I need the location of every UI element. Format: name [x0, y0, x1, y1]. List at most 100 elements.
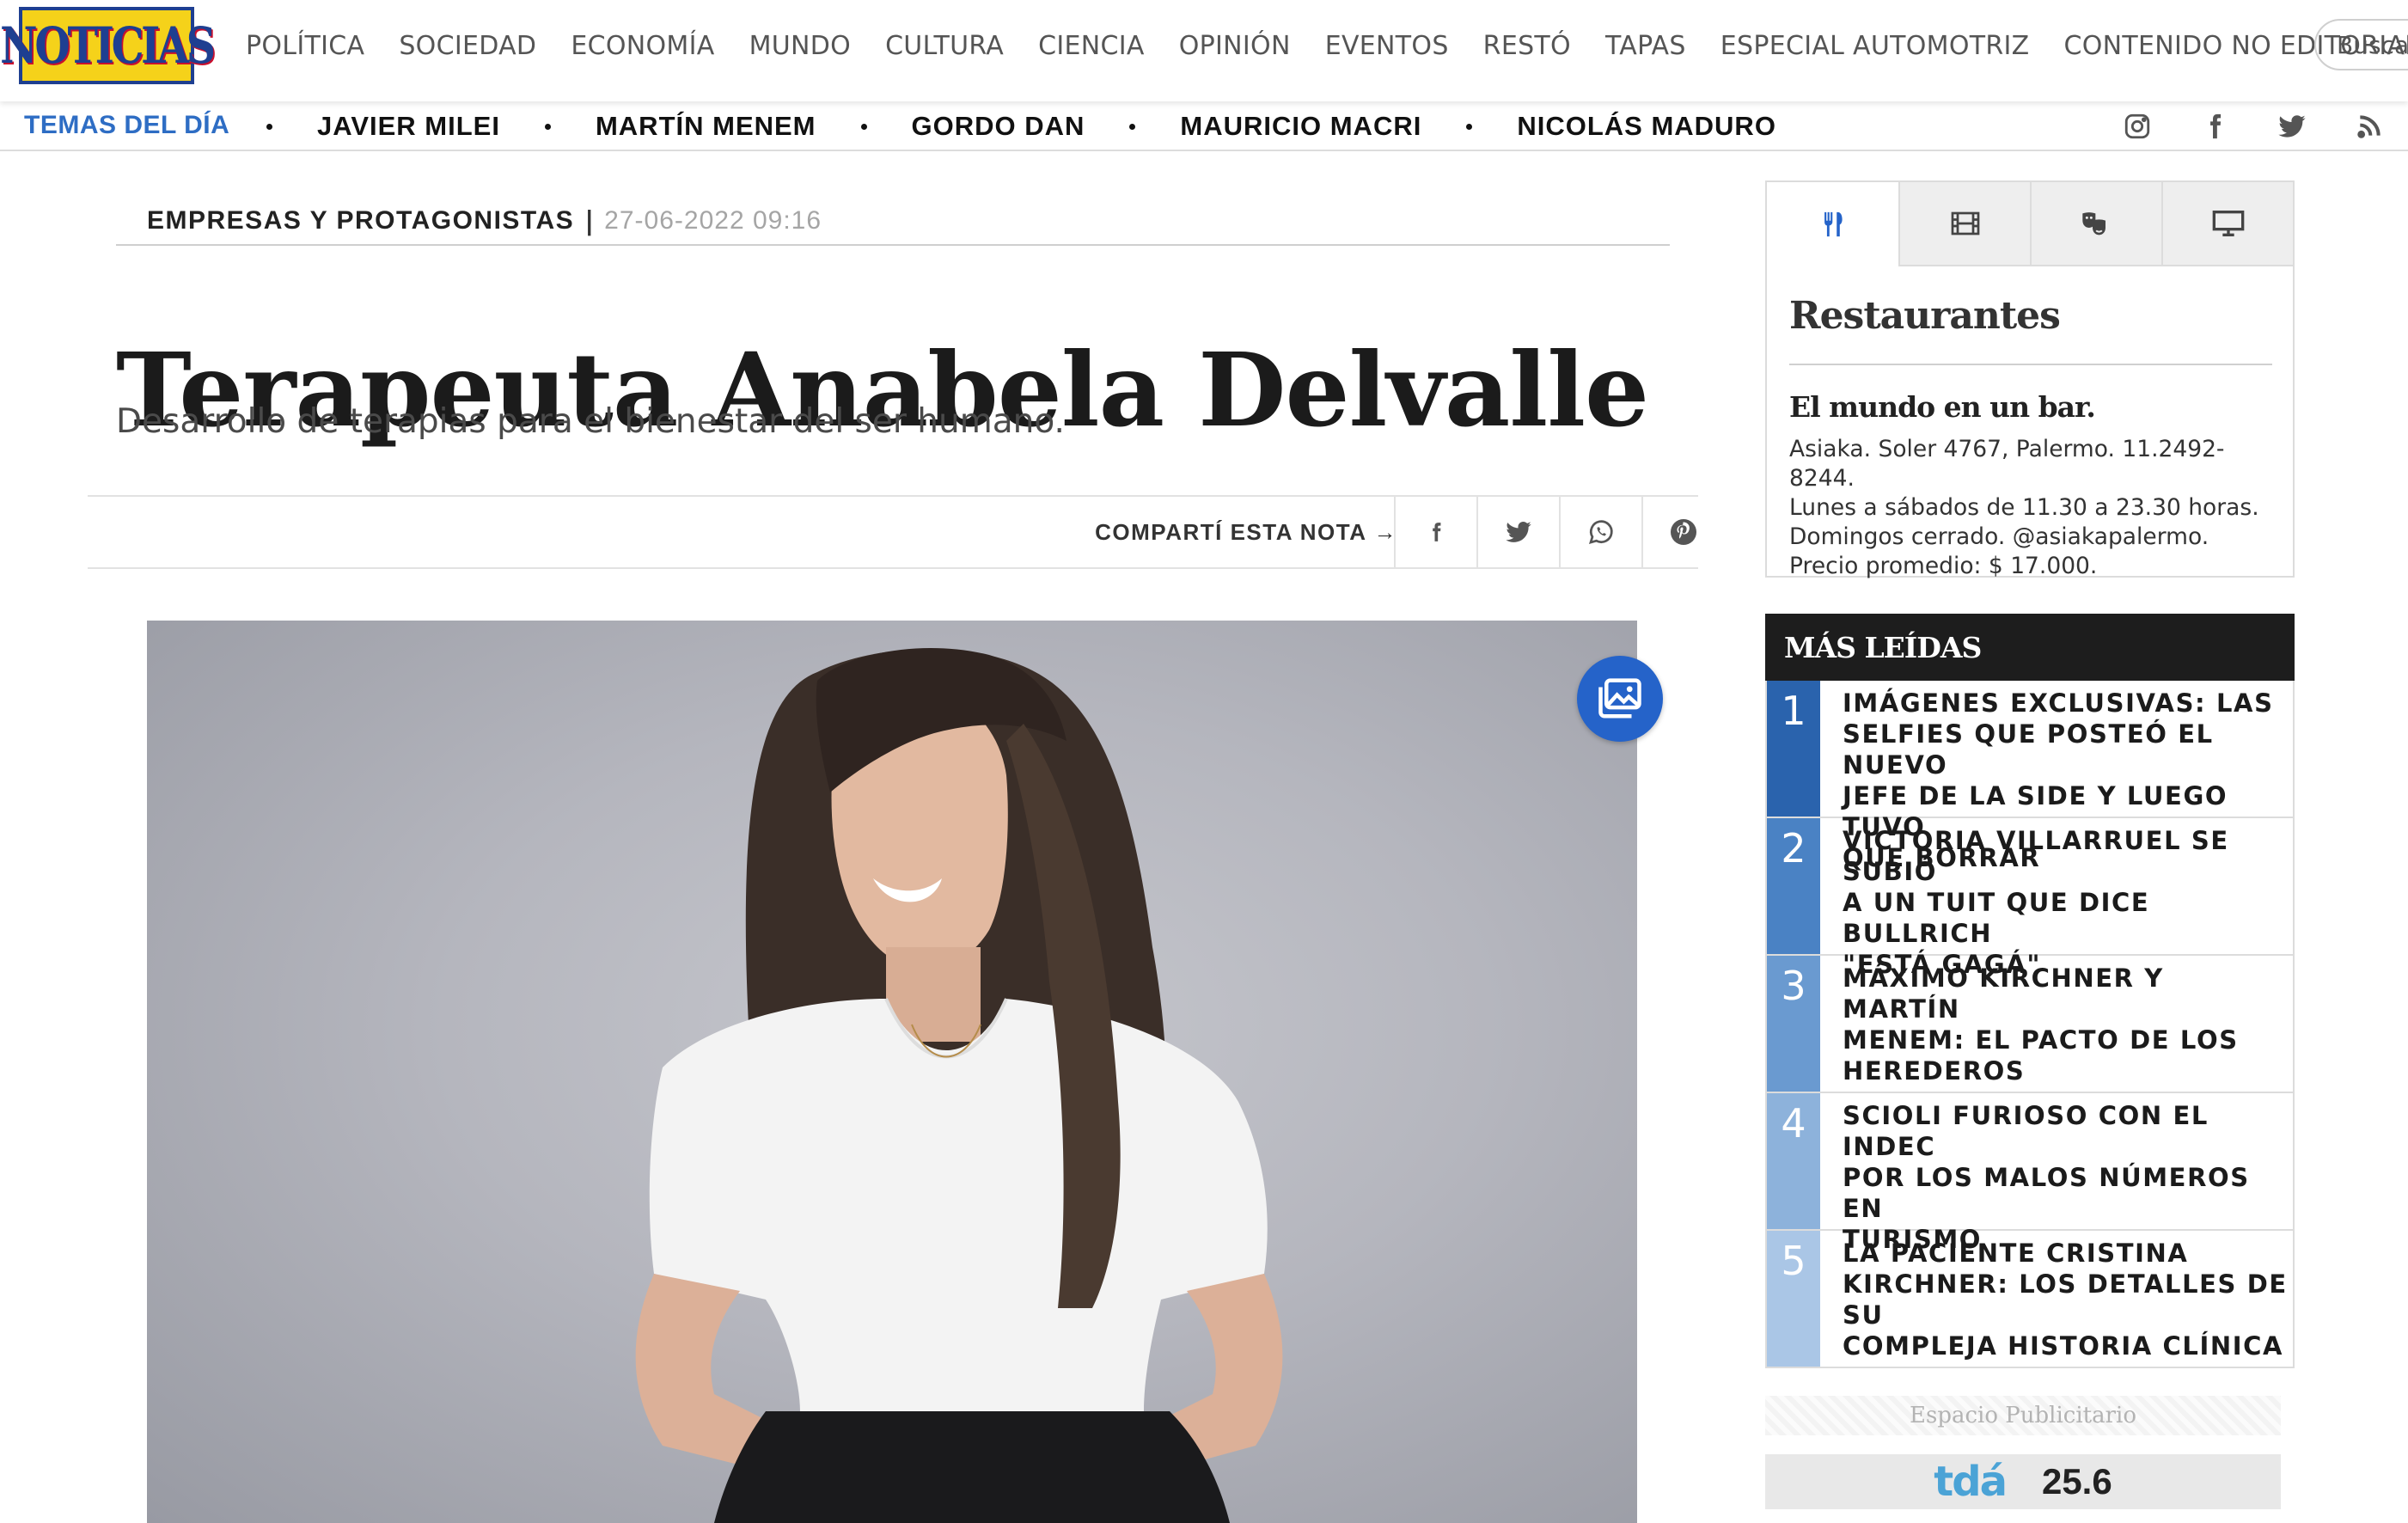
theater-masks-icon: [2081, 212, 2105, 235]
share-label-text: COMPARTÍ ESTA NOTA: [1095, 518, 1367, 545]
whatsapp-icon: [1588, 520, 1613, 544]
guide-widget: Restaurantes El mundo en un bar. Asiaka.…: [1765, 180, 2295, 579]
nav-item-opinion[interactable]: OPINIÓN: [1179, 31, 1291, 61]
social-links: [2099, 101, 2408, 151]
pinterest-icon: [1671, 519, 1696, 545]
widget-line: Domingos cerrado. @asiakapalermo.: [1789, 523, 2209, 550]
headline-line: SELFIES QUE POSTEÓ EL NUEVO: [1843, 719, 2214, 780]
rss-icon[interactable]: [2331, 101, 2408, 151]
headline-line: SCIOLI FURIOSO CON EL INDEC: [1843, 1101, 2209, 1161]
ad-space-label: Espacio Publicitario: [1765, 1396, 2281, 1435]
share-twitter-button[interactable]: [1476, 497, 1559, 567]
trending-topic[interactable]: MARTÍN MENEM: [544, 111, 816, 142]
ad-banner[interactable]: tdá 25.6: [1765, 1454, 2281, 1509]
widget-tabs: [1767, 182, 2293, 266]
most-read-headline: LA PACIENTE CRISTINA KIRCHNER: LOS DETAL…: [1843, 1238, 2289, 1361]
headline-line: MENEM: EL PACTO DE LOS: [1843, 1025, 2239, 1055]
separator: |: [584, 205, 595, 236]
ad-channel-number: 25.6: [2041, 1461, 2112, 1502]
share-bar: COMPARTÍ ESTA NOTA →: [88, 495, 1698, 569]
tab-cine[interactable]: [1898, 182, 2030, 266]
rank-number: 4: [1767, 1093, 1820, 1229]
instagram-icon[interactable]: [2099, 101, 2176, 151]
bullet: [860, 123, 867, 130]
most-read-item[interactable]: 1 IMÁGENES EXCLUSIVAS: LAS SELFIES QUE P…: [1767, 681, 2293, 872]
bullet: [1129, 123, 1136, 130]
nav-item-especial-automotriz[interactable]: ESPECIAL AUTOMOTRIZ: [1720, 31, 2030, 61]
tab-tv[interactable]: [2161, 182, 2293, 266]
trending-topic[interactable]: MAURICIO MACRI: [1129, 111, 1421, 142]
bullet: [1466, 123, 1473, 130]
twitter-icon: [1506, 522, 1531, 542]
share-pinterest-button[interactable]: [1641, 497, 1724, 567]
nav-item-resto[interactable]: RESTÓ: [1483, 31, 1571, 61]
most-read-item[interactable]: 4 SCIOLI FURIOSO CON EL INDEC POR LOS MA…: [1767, 1093, 2293, 1254]
article-subtitle: Desarrollo de terapias para el bienestar…: [116, 402, 1065, 441]
nav-item-ciencia[interactable]: CIENCIA: [1038, 31, 1145, 61]
rank-number: 2: [1767, 818, 1820, 954]
tab-restaurantes[interactable]: [1767, 182, 1898, 266]
nav-item-eventos[interactable]: EVENTOS: [1325, 31, 1449, 61]
headline-line: IMÁGENES EXCLUSIVAS: LAS: [1843, 688, 2274, 718]
widget-line: Lunes a sábados de 11.30 a 23.30 horas.: [1789, 494, 2259, 521]
headline-line: POR LOS MALOS NÚMEROS EN: [1843, 1163, 2250, 1223]
twitter-icon[interactable]: [2253, 101, 2331, 151]
facebook-icon[interactable]: [2176, 101, 2253, 151]
nav-item-cultura[interactable]: CULTURA: [885, 31, 1004, 61]
trending-topic-label: NICOLÁS MADURO: [1517, 111, 1776, 141]
bullet: [544, 123, 551, 130]
trending-label: TEMAS DEL DÍA: [24, 111, 230, 139]
headline-line: VICTORIA VILLARRUEL SE SUBIÓ: [1843, 826, 2229, 886]
rank-number: 1: [1767, 681, 1820, 817]
section-link[interactable]: EMPRESAS Y PROTAGONISTAS: [147, 206, 574, 235]
trending-topic[interactable]: NICOLÁS MADURO: [1466, 111, 1776, 142]
widget-title: Restaurantes: [1789, 294, 2272, 365]
search-input[interactable]: Buscar: [2314, 19, 2408, 70]
headline-line: A UN TUIT QUE DICE BULLRICH: [1843, 888, 2150, 948]
headline-line: KIRCHNER: LOS DETALLES DE SU: [1843, 1269, 2288, 1330]
widget-subtitle: El mundo en un bar.: [1789, 390, 2096, 424]
trending-topic-label: GORDO DAN: [911, 111, 1085, 141]
site-logo[interactable]: NOTICIAS: [0, 7, 216, 84]
article-main-photo: [147, 621, 1637, 1523]
portrait-illustration: [635, 647, 1283, 1523]
trending-topic-label: JAVIER MILEI: [317, 111, 500, 141]
headline-line: MÁXIMO KIRCHNER Y MARTÍN: [1843, 963, 2164, 1024]
top-header: NOTICIAS POLÍTICA SOCIEDAD ECONOMÍA MUND…: [0, 0, 2408, 101]
nav-item-politica[interactable]: POLÍTICA: [246, 31, 364, 61]
trending-topic[interactable]: JAVIER MILEI: [266, 111, 500, 142]
share-label: COMPARTÍ ESTA NOTA →: [1095, 497, 1397, 567]
most-read-title: MÁS LEÍDAS: [1765, 614, 2295, 681]
gallery-button[interactable]: [1577, 656, 1663, 742]
nav-item-sociedad[interactable]: SOCIEDAD: [399, 31, 536, 61]
tab-teatro[interactable]: [2030, 182, 2161, 266]
most-read-item[interactable]: 5 LA PACIENTE CRISTINA KIRCHNER: LOS DET…: [1767, 1231, 2293, 1368]
widget-line: Asiaka. Soler 4767, Palermo. 11.2492-824…: [1789, 436, 2225, 492]
most-read-headline: MÁXIMO KIRCHNER Y MARTÍN MENEM: EL PACTO…: [1843, 963, 2289, 1086]
rank-number: 5: [1767, 1231, 1820, 1367]
trending-topics: JAVIER MILEI MARTÍN MENEM GORDO DAN MAUR…: [266, 101, 1821, 151]
share-whatsapp-button[interactable]: [1559, 497, 1641, 567]
trending-topic[interactable]: GORDO DAN: [860, 111, 1085, 142]
rank-number: 3: [1767, 956, 1820, 1092]
widget-line: Precio promedio: $ 17.000.: [1789, 553, 2098, 579]
headline-line: LA PACIENTE CRISTINA: [1843, 1239, 2189, 1268]
nav-item-tapas[interactable]: TAPAS: [1605, 31, 1686, 61]
image-gallery-icon: [1598, 678, 1641, 719]
main-nav: POLÍTICA SOCIEDAD ECONOMÍA MUNDO CULTURA…: [246, 0, 2408, 91]
headline-line: COMPLEJA HISTORIA CLÍNICA: [1843, 1331, 2284, 1361]
most-read-widget: MÁS LEÍDAS 1 IMÁGENES EXCLUSIVAS: LAS SE…: [1765, 614, 2295, 1368]
monitor-icon: [2212, 211, 2244, 236]
facebook-icon: [1433, 523, 1441, 541]
most-read-item[interactable]: 3 MÁXIMO KIRCHNER Y MARTÍN MENEM: EL PAC…: [1767, 956, 2293, 1093]
nav-item-economia[interactable]: ECONOMÍA: [571, 31, 714, 61]
headline-line: HEREDEROS: [1843, 1056, 2026, 1086]
logo-text: NOTICIAS: [0, 16, 216, 75]
film-icon: [1951, 211, 1979, 235]
trending-topic-label: MARTÍN MENEM: [595, 111, 816, 141]
share-facebook-button[interactable]: [1394, 497, 1476, 567]
nav-item-mundo[interactable]: MUNDO: [749, 31, 852, 61]
restaurant-icon: [1824, 211, 1843, 237]
trending-topic-label: MAURICIO MACRI: [1180, 111, 1422, 141]
most-read-item[interactable]: 2 VICTORIA VILLARRUEL SE SUBIÓ A UN TUIT…: [1767, 818, 2293, 979]
